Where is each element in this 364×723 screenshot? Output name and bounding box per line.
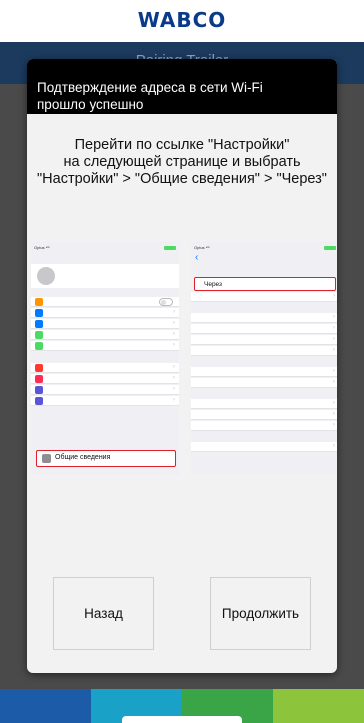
hotspot-icon [35, 342, 43, 350]
wabco-logo: WABCO [137, 8, 227, 32]
toggle-icon [159, 298, 173, 306]
list-item: › [31, 385, 179, 395]
list-item: › [191, 367, 337, 377]
list-item: › [191, 378, 337, 388]
avatar [37, 267, 55, 285]
wifi-confirm-dialog: Подтверждение адреса в сети Wi-Fi прошло… [27, 59, 337, 673]
list-item: › [31, 319, 179, 329]
list-item: › [31, 330, 179, 340]
wifi-icon [35, 309, 43, 317]
carrier-label: Optus ⁴ᴳ [34, 245, 50, 250]
do-not-disturb-icon [35, 386, 43, 394]
list-item: › [191, 399, 337, 409]
instruction-text: Перейти по ссылке "Настройки" на следующ… [37, 137, 327, 187]
notifications-icon [35, 364, 43, 372]
status-bar: Optus ⁴ᴳ [194, 244, 336, 252]
app-header: WABCO [0, 0, 364, 42]
list-item: › [191, 313, 337, 323]
settings-screenshot-main: Optus ⁴ᴳ › › › › › › › › Общие сведения [31, 242, 179, 475]
list-item: › [191, 410, 337, 420]
general-row-label: Общие сведения [55, 454, 111, 461]
status-bar: Optus ⁴ᴳ [34, 244, 176, 252]
about-row-highlight: Через [194, 277, 336, 291]
home-indicator [122, 716, 242, 723]
list-item: › [31, 341, 179, 351]
list-item: › [191, 346, 337, 356]
sounds-icon [35, 375, 43, 383]
list-item: › [31, 396, 179, 406]
list-item: › [191, 421, 337, 431]
bluetooth-icon [35, 320, 43, 328]
list-item: › [191, 442, 337, 452]
about-row-label: Через [204, 281, 223, 288]
gear-icon [42, 454, 51, 463]
dialog-header: Подтверждение адреса в сети Wi-Fi прошло… [27, 59, 337, 114]
back-chevron-icon: ‹ [195, 252, 199, 263]
airplane-icon [35, 298, 43, 306]
nav-segment-4[interactable] [273, 689, 364, 723]
list-item: › [191, 324, 337, 334]
back-button[interactable]: Назад [53, 577, 154, 650]
list-item: › [31, 363, 179, 373]
list-item: › [31, 374, 179, 384]
battery-icon [324, 246, 336, 250]
continue-button[interactable]: Продолжить [210, 577, 311, 650]
nav-segment-1[interactable] [0, 689, 91, 723]
profile-row [31, 264, 179, 288]
settings-screenshot-general: Optus ⁴ᴳ ‹ Через › › › › › › › › › › › [191, 242, 337, 475]
list-item: › [191, 335, 337, 345]
battery-icon [164, 246, 176, 250]
cellular-icon [35, 331, 43, 339]
general-row-highlight: Общие сведения [36, 450, 176, 467]
carrier-label: Optus ⁴ᴳ [194, 245, 210, 250]
dialog-header-text: Подтверждение адреса в сети Wi-Fi прошло… [37, 80, 263, 112]
screen-time-icon [35, 397, 43, 405]
list-item: › [191, 292, 337, 302]
list-item: › [31, 308, 179, 318]
list-item [31, 297, 179, 307]
